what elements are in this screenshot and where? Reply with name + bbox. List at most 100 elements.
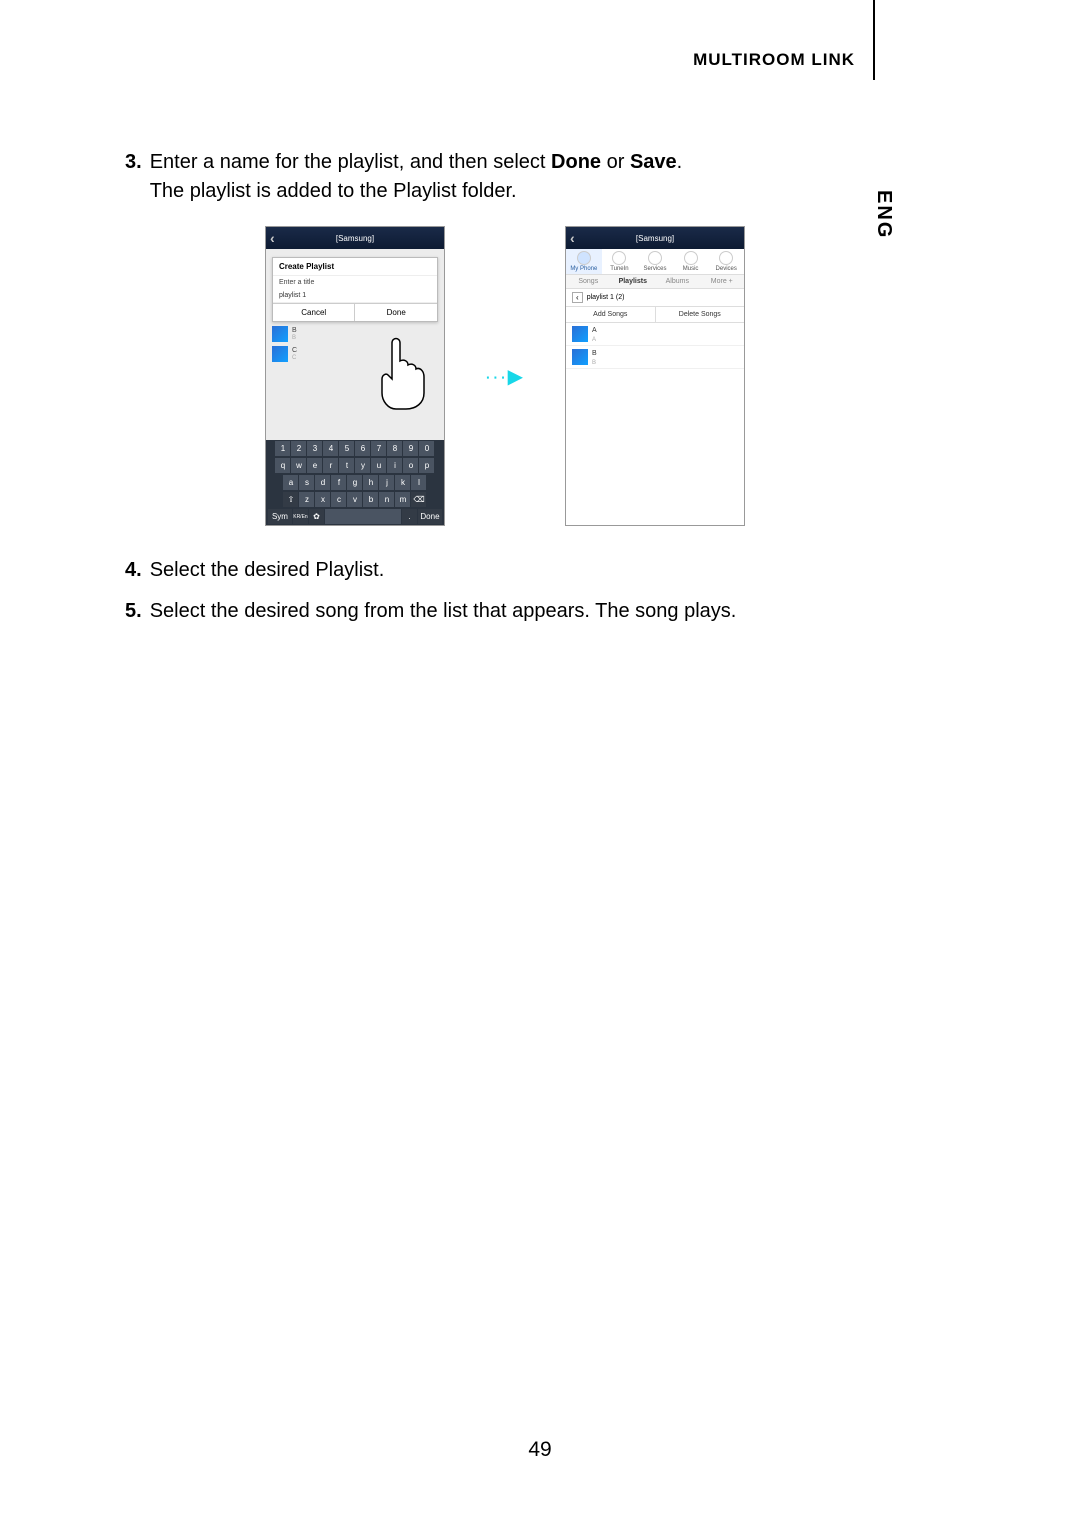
keyboard-key[interactable]: u: [371, 458, 386, 473]
keyboard-key[interactable]: h: [363, 475, 378, 490]
keyboard-key[interactable]: 5: [339, 441, 354, 456]
tab-icon: [719, 251, 733, 265]
keyboard-key[interactable]: 3: [307, 441, 322, 456]
keyboard-key[interactable]: x: [315, 492, 330, 507]
keyboard-key[interactable]: a: [283, 475, 298, 490]
step-5: 5. Select the desired song from the list…: [125, 597, 885, 626]
tab-icon: [684, 251, 698, 265]
done-button[interactable]: Done: [355, 304, 437, 321]
keyboard-key[interactable]: p: [419, 458, 434, 473]
keyboard-key[interactable]: 1: [275, 441, 290, 456]
playlist-breadcrumb[interactable]: ‹ playlist 1 (2): [566, 289, 744, 307]
category-tabs: SongsPlaylistsAlbumsMore +: [566, 275, 744, 289]
step-body: Select the desired Playlist.: [150, 556, 885, 585]
keyboard-lang[interactable]: KR/En: [293, 509, 308, 524]
delete-songs-button[interactable]: Delete Songs: [656, 307, 745, 322]
step-body: Enter a name for the playlist, and then …: [150, 148, 885, 206]
bold-done: Done: [551, 151, 601, 173]
keyboard-key[interactable]: 0: [419, 441, 434, 456]
keyboard-key[interactable]: v: [347, 492, 362, 507]
step-number: 3.: [125, 148, 142, 206]
keyboard-key[interactable]: q: [275, 458, 290, 473]
arrow-icon: ∙∙∙▶: [485, 364, 525, 389]
keyboard-settings-icon[interactable]: ✿: [309, 509, 324, 524]
keyboard-key[interactable]: m: [395, 492, 410, 507]
step-body: Select the desired song from the list th…: [150, 597, 885, 626]
chevron-left-icon[interactable]: ‹: [572, 292, 583, 303]
source-tabs: My PhoneTuneInServicesMusicDevices: [566, 249, 744, 275]
section-header: MULTIROOM LINK: [693, 50, 855, 70]
back-icon[interactable]: ‹: [270, 230, 275, 246]
keyboard-shift-icon[interactable]: ⇧: [283, 492, 298, 507]
category-tab[interactable]: Songs: [566, 275, 611, 288]
keyboard-space[interactable]: [325, 509, 401, 524]
keyboard-key[interactable]: 8: [387, 441, 402, 456]
keyboard-key[interactable]: z: [299, 492, 314, 507]
source-tab[interactable]: My Phone: [566, 249, 602, 274]
phone-title: [Samsung]: [636, 234, 674, 243]
header-divider: [873, 0, 875, 80]
keyboard-key[interactable]: b: [363, 492, 378, 507]
keyboard-key[interactable]: 2: [291, 441, 306, 456]
source-tab[interactable]: TuneIn: [602, 249, 638, 274]
keyboard-sym[interactable]: Sym: [268, 509, 292, 524]
keyboard-key[interactable]: 9: [403, 441, 418, 456]
keyboard-key[interactable]: 6: [355, 441, 370, 456]
keyboard-key[interactable]: i: [387, 458, 402, 473]
source-tab[interactable]: Devices: [708, 249, 744, 274]
list-item[interactable]: AA: [566, 323, 744, 346]
keyboard-key[interactable]: w: [291, 458, 306, 473]
step-number: 5.: [125, 597, 142, 626]
keyboard-key[interactable]: f: [331, 475, 346, 490]
phone-header: ‹ [Samsung]: [566, 227, 744, 249]
list-item[interactable]: CC: [272, 344, 438, 364]
cancel-button[interactable]: Cancel: [273, 304, 356, 321]
source-tab[interactable]: Services: [637, 249, 673, 274]
keyboard-key[interactable]: g: [347, 475, 362, 490]
add-songs-button[interactable]: Add Songs: [566, 307, 656, 322]
screenshot-create-playlist: ‹ [Samsung] Create Playlist Enter a titl…: [265, 226, 445, 526]
category-tab[interactable]: Playlists: [611, 275, 656, 288]
dialog-hint: Enter a title: [273, 276, 437, 289]
step-number: 4.: [125, 556, 142, 585]
keyboard-key[interactable]: o: [403, 458, 418, 473]
playlist-name-input[interactable]: playlist 1: [273, 289, 437, 303]
keyboard-key[interactable]: e: [307, 458, 322, 473]
keyboard-key[interactable]: l: [411, 475, 426, 490]
background-songs: BBCC: [266, 322, 444, 366]
playlist-songs: AABB: [566, 323, 744, 369]
page-number: 49: [0, 1438, 1080, 1462]
keyboard-key[interactable]: d: [315, 475, 330, 490]
keyboard-key[interactable]: 7: [371, 441, 386, 456]
keyboard-key[interactable]: y: [355, 458, 370, 473]
keyboard-key[interactable]: j: [379, 475, 394, 490]
source-tab[interactable]: Music: [673, 249, 709, 274]
on-screen-keyboard[interactable]: 1234567890 qwertyuiop asdfghjkl ⇧zxcvbnm…: [266, 440, 444, 525]
keyboard-key[interactable]: t: [339, 458, 354, 473]
tab-icon: [648, 251, 662, 265]
step-text: or: [601, 151, 630, 173]
category-tab[interactable]: Albums: [655, 275, 700, 288]
keyboard-done[interactable]: Done: [418, 509, 442, 524]
tab-icon: [577, 251, 591, 265]
keyboard-key[interactable]: 4: [323, 441, 338, 456]
step-4: 4. Select the desired Playlist.: [125, 556, 885, 585]
back-icon[interactable]: ‹: [570, 230, 575, 246]
keyboard-dot[interactable]: .: [402, 509, 417, 524]
step-text: Enter a name for the playlist, and then …: [150, 151, 551, 173]
keyboard-key[interactable]: s: [299, 475, 314, 490]
keyboard-key[interactable]: k: [395, 475, 410, 490]
keyboard-backspace-icon[interactable]: ⌫: [411, 492, 426, 507]
category-tab[interactable]: More +: [700, 275, 745, 288]
keyboard-key[interactable]: n: [379, 492, 394, 507]
list-item[interactable]: BB: [272, 324, 438, 344]
content-area: 3. Enter a name for the playlist, and th…: [125, 148, 885, 638]
keyboard-key[interactable]: c: [331, 492, 346, 507]
list-item[interactable]: BB: [566, 346, 744, 369]
create-playlist-dialog: Create Playlist Enter a title playlist 1…: [272, 257, 438, 322]
step-text: The playlist is added to the Playlist fo…: [150, 180, 517, 202]
step-text: .: [677, 151, 683, 173]
phone-header: ‹ [Samsung]: [266, 227, 444, 249]
music-icon: [272, 346, 288, 362]
keyboard-key[interactable]: r: [323, 458, 338, 473]
